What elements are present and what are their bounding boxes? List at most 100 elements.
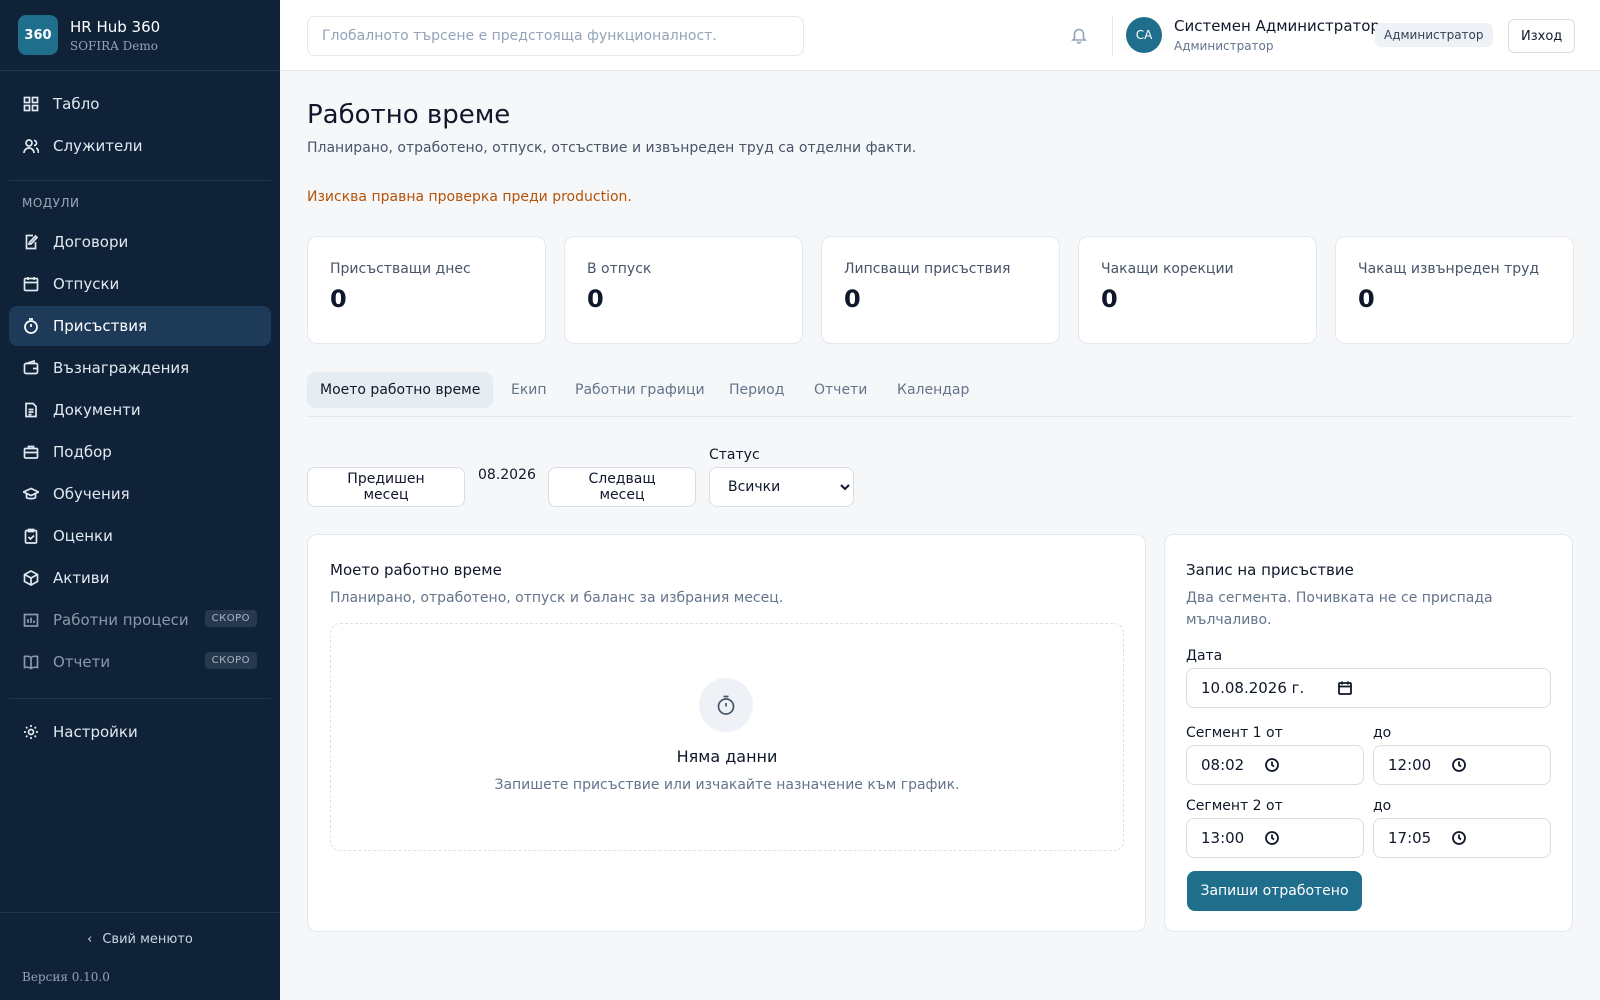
topbar: СА Системен Администратор Администратор … [280,0,1600,71]
page-title: Работно време [307,100,511,130]
box-icon [23,570,39,586]
tab-my-working-time[interactable]: Моето работно време [307,372,494,408]
sidebar-item-employees[interactable]: Служители [9,126,271,166]
sidebar-item-recruitment[interactable]: Подбор [9,432,271,472]
brand-logo: 360 [18,15,58,55]
sidebar-item-label: Възнаграждения [53,359,190,377]
clock-icon[interactable] [1451,830,1467,846]
soon-badge: СКОРО [204,610,257,627]
segment2-from-input[interactable]: 13:00 [1186,818,1364,858]
brand[interactable]: 360 HR Hub 360 SOFIRA Demo [0,0,280,71]
sidebar-item-assets[interactable]: Активи [9,558,271,598]
briefcase-icon [23,444,39,460]
stat-label: Липсващи присъствия [844,261,1011,277]
sidebar-item-label: Документи [53,401,141,419]
sidebar-item-label: Работни процеси [53,611,189,629]
sidebar-item-trainings[interactable]: Обучения [9,474,271,514]
tabs-divider [307,416,1573,417]
collapse-menu-button[interactable]: ‹ Свий менюто [0,932,280,947]
empty-state-text: Запишете присъствие или изчакайте назнач… [494,777,960,793]
stat-value: 0 [330,285,347,313]
tab-period[interactable]: Период [716,372,797,408]
segment2-from-label: Сегмент 2 от [1186,798,1283,814]
sidebar-item-settings[interactable]: Настройки [9,712,271,752]
sidebar-item-workflows[interactable]: Работни процеси СКОРО [9,600,271,640]
previous-month-button[interactable]: Предишен месец [307,467,465,507]
gear-icon [23,724,39,740]
stopwatch-icon [699,678,753,732]
segment2-to-input[interactable]: 17:05 [1373,818,1551,858]
sidebar-item-label: Отчети [53,653,111,671]
record-worked-button[interactable]: Запиши отработено [1187,871,1362,911]
calendar-icon[interactable] [1337,680,1353,696]
workflow-icon [23,612,39,628]
sidebar-item-label: Оценки [53,527,113,545]
tab-calendar[interactable]: Календар [884,372,982,408]
document-icon [23,402,39,418]
sidebar-item-compensation[interactable]: Възнаграждения [9,348,271,388]
current-month: 08.2026 [478,467,536,483]
panel-subtitle: Планирано, отработено, отпуск и баланс з… [330,590,784,606]
sidebar-item-evaluations[interactable]: Оценки [9,516,271,556]
stat-label: Чакащи корекции [1101,261,1234,277]
collapse-menu-label: Свий менюто [102,932,193,947]
stopwatch-icon [23,318,39,334]
sidebar-item-label: Настройки [53,723,138,741]
status-filter-select[interactable]: Всички [709,467,854,507]
page-subtitle: Планирано, отработено, отпуск, отсъствие… [307,140,917,156]
sidebar-item-label: Подбор [53,443,112,461]
segment1-from-input[interactable]: 08:02 [1186,745,1364,785]
app-version: Версия 0.10.0 [22,970,110,984]
segment1-to-input[interactable]: 12:00 [1373,745,1551,785]
legal-warning: Изисква правна проверка преди production… [307,189,632,205]
panel-title: Запис на присъствие [1186,561,1354,579]
stat-card-on-leave: В отпуск 0 [564,236,803,344]
global-search-input[interactable] [307,16,804,56]
next-month-button[interactable]: Следващ месец [548,467,696,507]
avatar[interactable]: СА [1126,17,1162,53]
sidebar: 360 HR Hub 360 SOFIRA Demo Табло Служите… [0,0,280,1000]
tab-team[interactable]: Екип [498,372,560,408]
tab-reports[interactable]: Отчети [801,372,880,408]
empty-state-title: Няма данни [676,747,778,766]
clock-icon[interactable] [1264,757,1280,773]
segment2-from-value: 13:00 [1201,829,1245,847]
stat-value: 0 [1358,285,1375,313]
user-name: Системен Администратор [1174,17,1380,35]
sidebar-section-label: МОДУЛИ [22,196,80,210]
sidebar-item-label: Обучения [53,485,130,503]
segment1-from-value: 08:02 [1201,756,1245,774]
stat-label: В отпуск [587,261,652,277]
sidebar-item-reports[interactable]: Отчети СКОРО [9,642,271,682]
stat-label: Чакащ извънреден труд [1358,261,1540,277]
date-label: Дата [1186,648,1223,664]
book-icon [23,654,39,670]
logout-button[interactable]: Изход [1508,19,1576,53]
panel-subtitle: Два сегмента. Почивката не се приспада м… [1186,590,1493,628]
stat-card-pending-corrections: Чакащи корекции 0 [1078,236,1317,344]
panel-title: Моето работно време [330,561,502,579]
sidebar-item-dashboard[interactable]: Табло [9,84,271,124]
sidebar-item-label: Присъствия [53,317,147,335]
empty-state [330,623,1124,851]
sidebar-item-label: Табло [53,95,100,113]
status-filter-label: Статус [709,447,760,463]
sidebar-item-label: Договори [53,233,129,251]
sidebar-item-documents[interactable]: Документи [9,390,271,430]
sidebar-item-leaves[interactable]: Отпуски [9,264,271,304]
sidebar-item-attendance[interactable]: Присъствия [9,306,271,346]
clock-icon[interactable] [1264,830,1280,846]
clock-icon[interactable] [1451,757,1467,773]
sidebar-item-label: Отпуски [53,275,120,293]
sidebar-item-contracts[interactable]: Договори [9,222,271,262]
date-value: 10.08.2026 г. [1201,679,1305,697]
segment2-to-label: до [1373,798,1392,814]
tab-work-schedules[interactable]: Работни графици [562,372,718,408]
sidebar-footer-divider [0,912,280,913]
contract-icon [23,234,39,250]
wallet-icon [23,360,39,376]
users-icon [23,138,39,154]
brand-subtitle: SOFIRA Demo [70,38,158,53]
bell-icon[interactable] [1070,26,1090,46]
date-input[interactable]: 10.08.2026 г. [1186,668,1551,708]
